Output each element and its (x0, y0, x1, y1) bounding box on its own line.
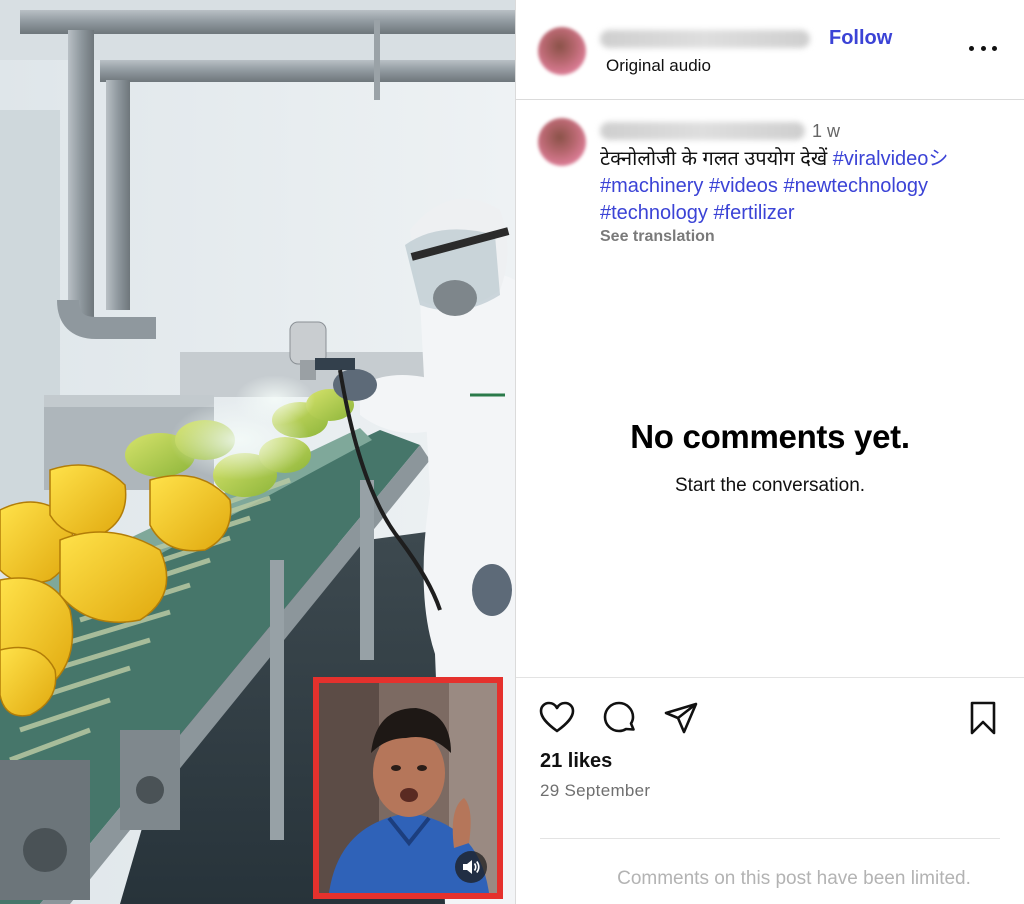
likes-count[interactable]: 21 likes (540, 750, 612, 773)
follow-button[interactable]: Follow (829, 27, 892, 50)
post-header: Follow Original audio (516, 0, 1024, 100)
caption-author-username-redacted[interactable] (600, 122, 805, 140)
author-avatar[interactable] (538, 27, 586, 75)
more-options-icon[interactable] (969, 40, 997, 56)
caption-timestamp: 1 w (812, 121, 841, 141)
author-username-redacted[interactable] (600, 30, 810, 48)
post-viewer: Follow Original audio 1 w टेक्नोलोजी के … (0, 0, 1024, 904)
caption-author-avatar[interactable] (538, 118, 586, 166)
speaker-icon[interactable] (455, 851, 487, 883)
caption-text-block: टेक्नोलोजी के गलत उपयोग देखें #viralvide… (600, 146, 1010, 227)
hashtag-link[interactable]: #technology (600, 202, 708, 224)
post-details-panel: Follow Original audio 1 w टेक्नोलोजी के … (516, 0, 1024, 904)
empty-comments-title: No comments yet. (630, 418, 910, 455)
caption-text: टेक्नोलोजी के गलत उपयोग देखें (600, 148, 828, 170)
hashtag-link[interactable]: #newtechnology (783, 175, 928, 197)
hashtag-link[interactable]: #fertilizer (713, 202, 794, 224)
hashtag-link[interactable]: #machinery (600, 175, 703, 197)
heart-icon[interactable] (538, 699, 576, 737)
footer-divider (540, 838, 1000, 839)
actions-divider (516, 677, 1024, 678)
bookmark-icon[interactable] (964, 699, 1002, 737)
comment-icon[interactable] (600, 699, 638, 737)
audio-link[interactable]: Original audio (606, 56, 711, 76)
comments-limited-notice: Comments on this post have been limited. (617, 868, 971, 889)
post-video[interactable] (0, 0, 516, 904)
facecam-overlay (313, 677, 503, 899)
send-icon[interactable] (662, 699, 700, 737)
hashtag-link[interactable]: #viralvideoシ (833, 148, 949, 170)
post-date: 29 September (540, 781, 651, 800)
hashtag-link[interactable]: #videos (709, 175, 778, 197)
empty-comments-subtitle: Start the conversation. (674, 475, 866, 496)
see-translation-link[interactable]: See translation (600, 228, 715, 246)
